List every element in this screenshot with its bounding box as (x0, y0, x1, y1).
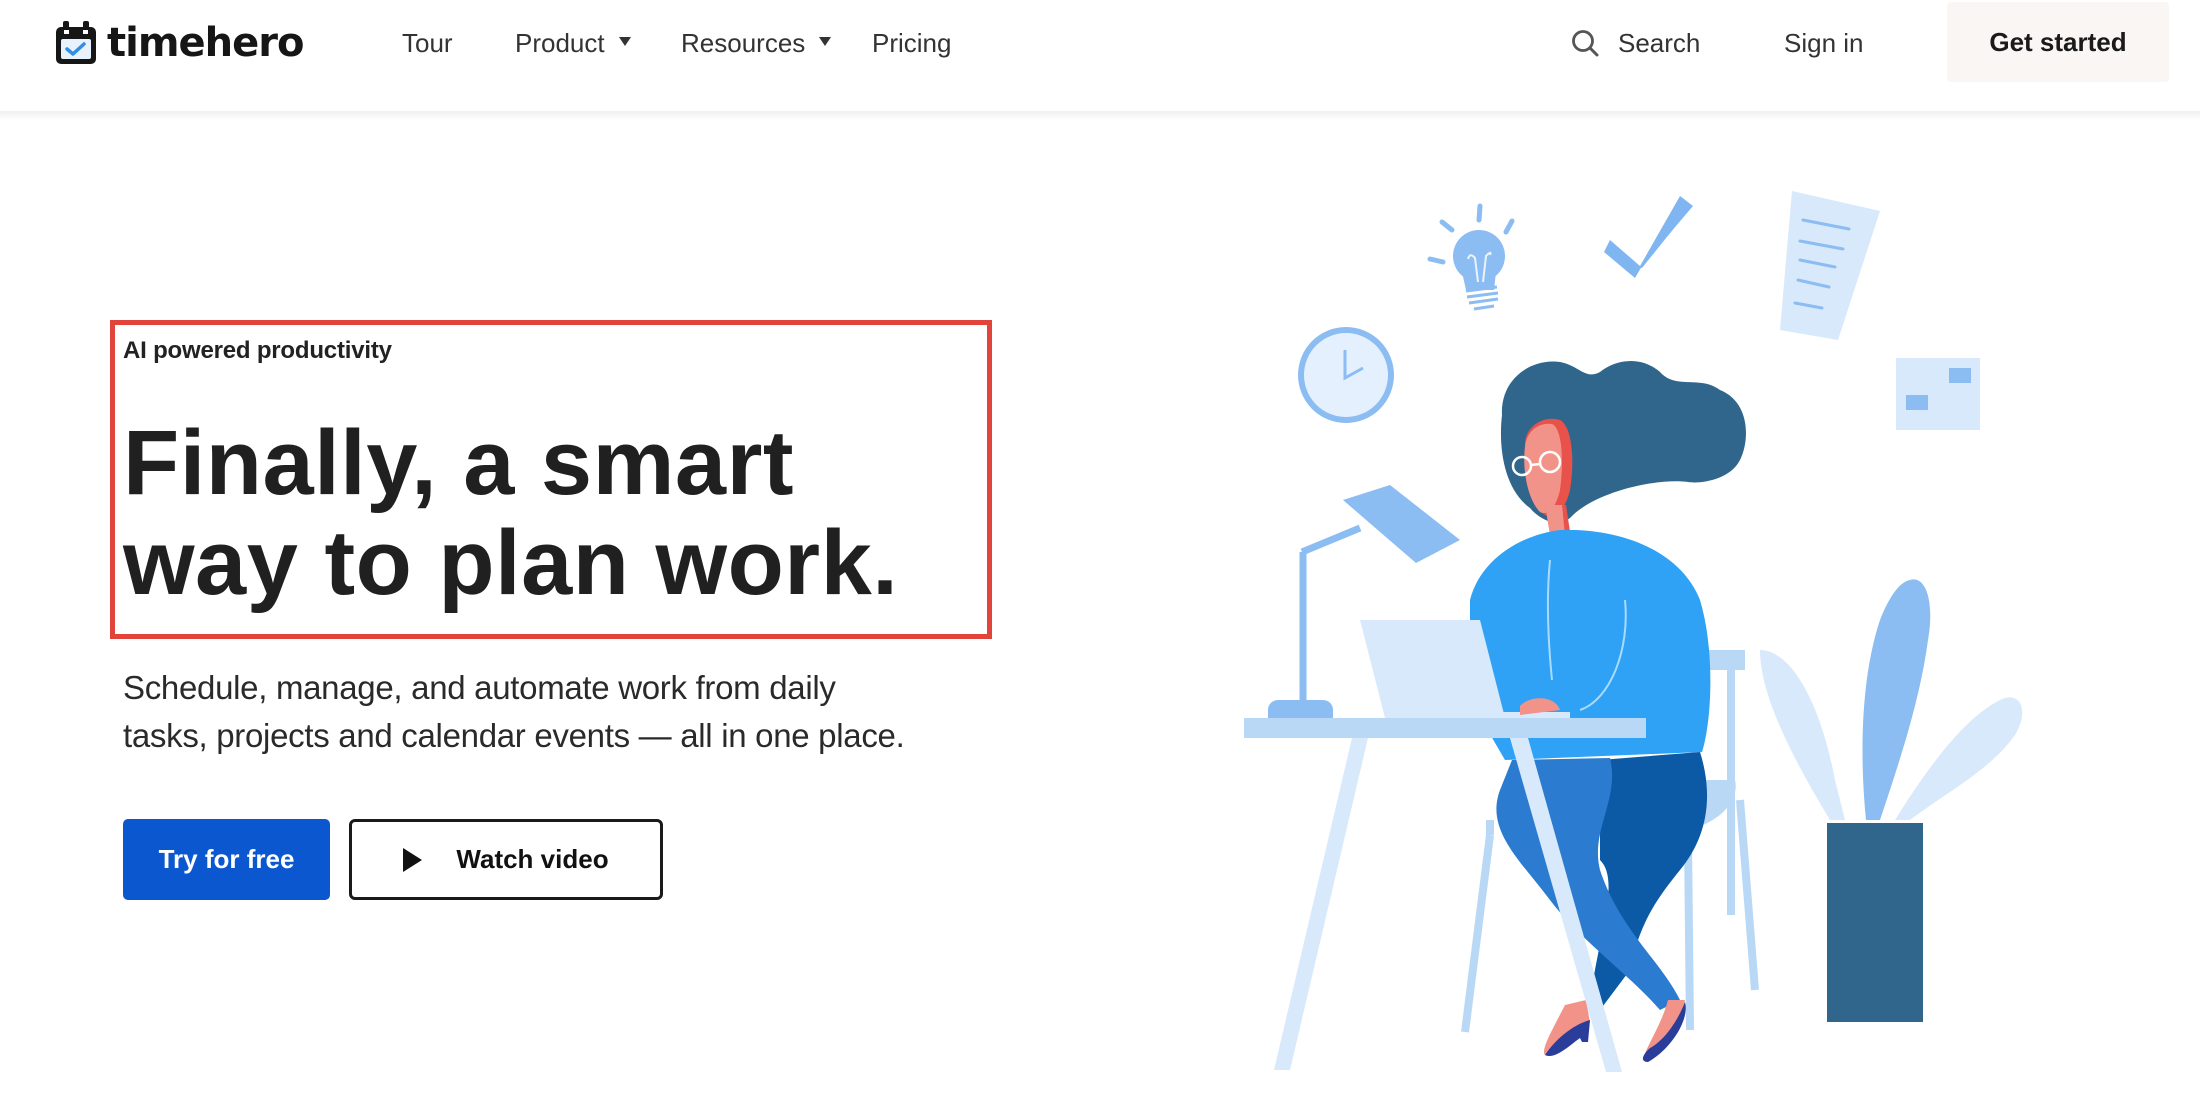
search-label: Search (1618, 27, 1701, 58)
nav-resources-label: Resources (681, 27, 806, 58)
shoes (1544, 1000, 1686, 1062)
lightbulb-icon (1427, 203, 1515, 311)
try-for-free-button[interactable]: Try for free (123, 819, 330, 900)
calendar-check-icon (56, 21, 96, 64)
clock-icon (1298, 327, 1394, 423)
header-divider (0, 111, 2200, 120)
hero-subtext: Schedule, manage, and automate work from… (123, 664, 1023, 760)
leg-back (1590, 752, 1708, 1010)
sign-in-label: Sign in (1784, 27, 1864, 58)
chevron-down-icon (819, 36, 832, 46)
watch-video-label: Watch video (456, 844, 609, 874)
search-button[interactable]: Search (1570, 22, 1700, 64)
laptop (1360, 620, 1505, 718)
hair (1500, 361, 1746, 523)
hero-subtext-line2: tasks, projects and calendar events — al… (123, 717, 905, 754)
glasses (1511, 450, 1562, 477)
get-started-button[interactable]: Get started (1947, 2, 2169, 82)
get-started-label: Get started (1989, 26, 2127, 57)
logo-text: timehero (107, 20, 304, 66)
nav-tour[interactable]: Tour (402, 22, 453, 64)
desk (1244, 718, 1646, 1072)
sweater (1470, 529, 1711, 760)
hero-headline-line1: Finally, a smart (123, 412, 795, 514)
watch-video-button[interactable]: Watch video (349, 819, 663, 900)
hero-eyebrow: AI powered productivity (123, 337, 392, 364)
desk-lamp (1268, 485, 1460, 728)
nav-product-label: Product (515, 27, 605, 58)
nav-pricing-label: Pricing (872, 27, 952, 58)
face (1524, 418, 1573, 517)
sign-in-link[interactable]: Sign in (1784, 22, 1864, 64)
note-card-icon (1896, 358, 1980, 430)
play-icon (403, 847, 423, 872)
checkmark-icon (1604, 196, 1693, 278)
nav-resources[interactable]: Resources (681, 22, 832, 64)
nav-pricing[interactable]: Pricing (872, 22, 951, 64)
try-for-free-label: Try for free (158, 844, 295, 874)
logo[interactable]: timehero (53, 18, 304, 68)
nav-product[interactable]: Product (515, 22, 631, 64)
hero-subtext-line1: Schedule, manage, and automate work from… (123, 669, 836, 706)
chair (1461, 650, 1759, 1033)
hero-headline-line2: way to plan work. (123, 512, 899, 614)
plant (1760, 579, 2023, 1022)
search-icon (1572, 30, 1599, 57)
nav-tour-label: Tour (402, 27, 453, 58)
leg-front (1496, 758, 1680, 1010)
hero-headline: Finally, a smart way to plan work. (123, 413, 983, 613)
site-header: timehero Tour Product Resources Pricing … (0, 0, 2200, 111)
chevron-down-icon (618, 36, 631, 46)
document-icon (1780, 191, 1880, 340)
